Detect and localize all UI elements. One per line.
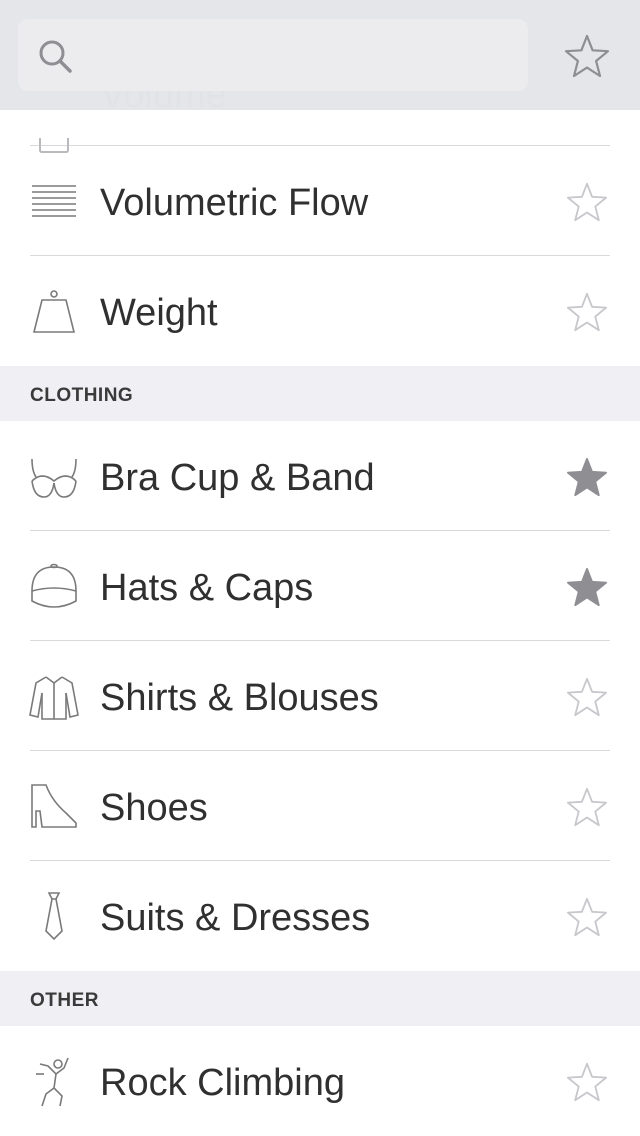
list-item-label: Suits & Dresses: [100, 897, 371, 939]
bra-icon: [31, 458, 77, 498]
list-item-label: Shoes: [100, 787, 208, 829]
star-outline-icon[interactable]: [566, 787, 608, 827]
star-outline-icon[interactable]: [566, 677, 608, 717]
section-header-clothing: CLOTHING: [0, 366, 640, 421]
star-outline-icon[interactable]: [566, 1062, 608, 1102]
list-item-shoes[interactable]: Shoes: [0, 751, 640, 861]
section-header-other: OTHER: [0, 971, 640, 1026]
list-item-label: Hats & Caps: [100, 567, 314, 609]
section-title: CLOTHING: [30, 385, 134, 406]
list-item-label: Bra Cup & Band: [100, 457, 375, 499]
star-outline-icon[interactable]: [566, 897, 608, 937]
star-outline-icon[interactable]: [566, 292, 608, 332]
volumetric-flow-icon: [32, 185, 76, 217]
list-item-rock-climbing[interactable]: Rock Climbing: [0, 1026, 640, 1136]
list-item-hats-caps[interactable]: Hats & Caps: [0, 531, 640, 641]
search-icon: [39, 40, 72, 73]
star-filled-icon[interactable]: [566, 457, 608, 497]
list-item-label: Rock Climbing: [100, 1062, 345, 1104]
list-item-label: Weight: [100, 292, 218, 334]
search-input[interactable]: [84, 35, 508, 77]
shoe-icon: [31, 784, 77, 828]
cap-icon: [31, 563, 77, 608]
list-item-bra-cup-band[interactable]: Bra Cup & Band: [0, 421, 640, 531]
weight-icon: [32, 290, 76, 333]
screen: Volume Volumetric Flow: [0, 0, 640, 1136]
star-outline-icon[interactable]: [566, 182, 608, 222]
list-item-label: Shirts & Blouses: [100, 677, 379, 719]
section-title: OTHER: [30, 990, 99, 1011]
tie-icon: [45, 892, 63, 941]
search-header: [0, 0, 640, 110]
list-item-volumetric-flow[interactable]: Volumetric Flow: [0, 146, 640, 256]
list-item-suits-dresses[interactable]: Suits & Dresses: [0, 861, 640, 971]
list-item-weight[interactable]: Weight: [0, 256, 640, 366]
favorites-star-icon[interactable]: [564, 34, 610, 78]
list-item-shirts-blouses[interactable]: Shirts & Blouses: [0, 641, 640, 751]
star-filled-icon[interactable]: [566, 567, 608, 607]
search-field[interactable]: [18, 19, 528, 91]
shirt-icon: [29, 676, 79, 720]
climber-icon: [36, 1057, 69, 1107]
list-item-label: Volumetric Flow: [100, 182, 369, 224]
